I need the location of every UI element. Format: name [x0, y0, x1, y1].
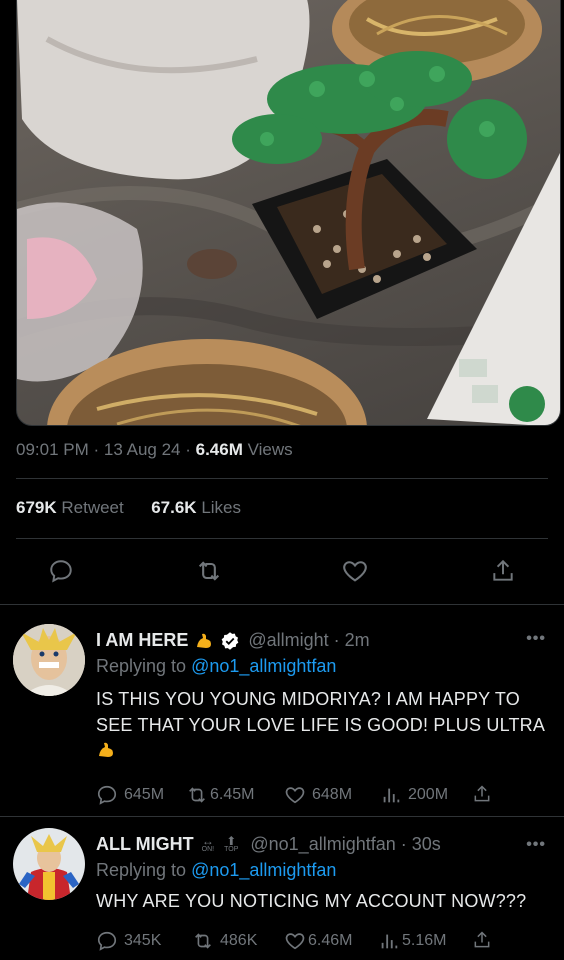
reply-tweet[interactable]: ALL MIGHT ↔ ON! ⬆ TOP @no1_allmightfan ·… [0, 816, 564, 960]
like-count: 648M [312, 786, 353, 803]
retweet-button[interactable]: 486K [192, 930, 257, 952]
more-icon[interactable]: ••• [526, 630, 546, 648]
replying-to: Replying to @no1_allmightfan [96, 860, 336, 881]
avatar-image [13, 624, 85, 696]
separator: · [185, 440, 191, 459]
likes-label: Likes [201, 498, 242, 517]
retweet-icon [189, 787, 205, 803]
like-count: 6.46M [308, 932, 353, 949]
flexed-biceps-icon [99, 742, 113, 757]
separator: · [93, 440, 100, 459]
retweets-label: Retweet [61, 498, 124, 517]
arrows-badge-on: ↔ ON! [201, 833, 215, 854]
reply-button[interactable]: 345K [96, 930, 161, 952]
share-button[interactable] [488, 556, 518, 586]
left-right-arrow-icon: ↔ [201, 833, 214, 848]
heart-icon [285, 787, 305, 804]
divider [16, 478, 548, 479]
mention-link[interactable]: @no1_allmightfan [191, 860, 336, 880]
display-name[interactable]: I AM HERE [96, 630, 188, 651]
reply-count: 645M [124, 786, 165, 803]
reply-icon [50, 560, 72, 583]
like-button[interactable]: 648M [284, 784, 352, 806]
views-button[interactable]: 200M [380, 784, 448, 806]
replying-prefix: Replying to [96, 656, 187, 676]
tweet-timestamp: 09:01 PM · 13 Aug 24 · 6.46M Views [16, 440, 293, 460]
retweet-button[interactable]: 6.45M [186, 784, 254, 806]
share-button[interactable] [472, 784, 492, 804]
retweet-icon [195, 933, 211, 949]
share-button[interactable] [472, 930, 492, 950]
avatar-image [13, 828, 85, 900]
views-count: 6.46M [195, 440, 243, 459]
retweet-button[interactable] [194, 556, 224, 586]
reply-time: 2m [344, 630, 370, 650]
tweet-date: 13 Aug 24 [103, 440, 181, 459]
reply-tweet[interactable]: I AM HERE @allmight · 2m ••• Replying to… [0, 604, 564, 816]
reply-text: WHY ARE YOU NOTICING MY ACCOUNT NOW??? [96, 888, 546, 914]
reply-icon [97, 931, 117, 951]
tweet-stats: 679K Retweet 67.6K Likes [16, 498, 241, 518]
views-icon [383, 788, 400, 803]
retweet-count: 486K [220, 932, 258, 949]
views-icon [381, 934, 398, 949]
photo-illustration [17, 0, 560, 425]
views-button[interactable]: 5.16M [378, 930, 446, 952]
up-arrow-icon: ⬆ [226, 833, 237, 848]
reply-count: 345K [124, 932, 162, 949]
like-button[interactable] [340, 556, 370, 586]
reply-header: I AM HERE @allmight · 2m [96, 630, 370, 651]
heart-icon [343, 561, 367, 582]
share-icon [493, 559, 513, 581]
likes-stat[interactable]: 67.6K Likes [151, 498, 241, 517]
views-label: Views [247, 440, 293, 459]
reply-button[interactable] [46, 556, 76, 586]
badge-on-text: ON! [201, 845, 215, 853]
reply-time: 30s [411, 834, 441, 854]
reply-text-content: WHY ARE YOU NOTICING MY ACCOUNT NOW??? [96, 891, 527, 911]
retweets-stat[interactable]: 679K Retweet [16, 498, 128, 517]
share-icon [474, 785, 490, 802]
tweet-photo[interactable] [16, 0, 561, 426]
mention-link[interactable]: @no1_allmightfan [191, 656, 336, 676]
handle[interactable]: @no1_allmightfan [250, 834, 395, 855]
verified-badge-icon [222, 631, 239, 650]
display-name[interactable]: ALL MIGHT [96, 834, 194, 855]
tweet-time: 09:01 PM [16, 440, 89, 459]
divider [16, 538, 548, 539]
flexed-biceps-icon [197, 633, 212, 648]
reply-button[interactable]: 645M [96, 784, 164, 806]
replying-prefix: Replying to [96, 860, 187, 880]
like-button[interactable]: 6.46M [284, 930, 352, 952]
reply-header: ALL MIGHT ↔ ON! ⬆ TOP @no1_allmightfan ·… [96, 834, 441, 855]
replying-to: Replying to @no1_allmightfan [96, 656, 336, 677]
more-icon[interactable]: ••• [526, 836, 546, 854]
reply-text: IS THIS YOU YOUNG MIDORIYA? I AM HAPPY T… [96, 686, 546, 764]
views-count: 5.16M [402, 932, 447, 949]
reply-icon [97, 785, 117, 805]
retweet-icon [198, 561, 220, 581]
badge-top-text: TOP [224, 845, 239, 853]
heart-icon [285, 933, 305, 950]
avatar[interactable] [13, 828, 85, 900]
handle[interactable]: @allmight [248, 630, 328, 651]
share-icon [474, 931, 490, 948]
retweet-count: 6.45M [210, 786, 255, 803]
arrow-badge-top: ⬆ TOP [224, 833, 239, 854]
avatar[interactable] [13, 624, 85, 696]
reply-text-content: IS THIS YOU YOUNG MIDORIYA? I AM HAPPY T… [96, 689, 545, 735]
views-count: 200M [408, 786, 449, 803]
retweets-count: 679K [16, 498, 57, 517]
tweet-action-bar [0, 556, 564, 590]
likes-count: 67.6K [151, 498, 197, 517]
